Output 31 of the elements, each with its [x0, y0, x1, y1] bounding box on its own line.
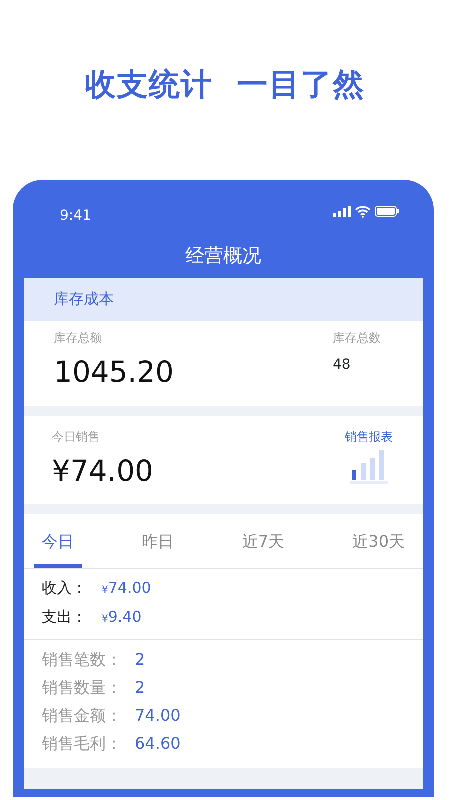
headline: 收支统计 一目了然: [84, 66, 366, 105]
row-value: 74.00: [135, 704, 181, 726]
tab[interactable]: 今日: [34, 514, 82, 568]
row-value: ¥74.00: [102, 578, 152, 598]
tab[interactable]: 近30天: [344, 514, 414, 568]
report-link[interactable]: 销售报表: [345, 428, 393, 446]
stat-label: 今日销售: [52, 429, 101, 446]
row-label: 销售笔数：: [42, 648, 123, 670]
row-value: 64.60: [135, 732, 181, 754]
row-label: 支出：: [42, 606, 88, 628]
wifi-icon: [355, 206, 371, 218]
row-value: 2: [135, 676, 146, 698]
tab[interactable]: 近7天: [234, 514, 292, 568]
row-value: 2: [135, 648, 146, 670]
stat-label: 库存总数: [333, 330, 382, 346]
row-label: 销售毛利：: [42, 732, 123, 754]
bar-chart-icon: [350, 450, 388, 484]
row-label: 收入：: [42, 578, 88, 598]
row-label: 销售金额：: [42, 704, 123, 726]
tab[interactable]: 昨日: [134, 514, 182, 568]
stat-label: 库存总额: [54, 330, 103, 346]
stat-value: 48: [333, 356, 352, 374]
signal-icon: [333, 206, 351, 217]
stat-value: 1045.20: [54, 354, 174, 390]
section-header: 库存成本: [24, 278, 423, 320]
battery-icon: [375, 206, 399, 217]
row-label: 销售数量：: [42, 676, 123, 698]
row-value: ¥9.40: [102, 606, 142, 628]
screen-title: 经营概况: [184, 244, 262, 269]
sales-amount: ¥74.00: [52, 453, 154, 490]
status-time: 9:41: [60, 207, 92, 226]
